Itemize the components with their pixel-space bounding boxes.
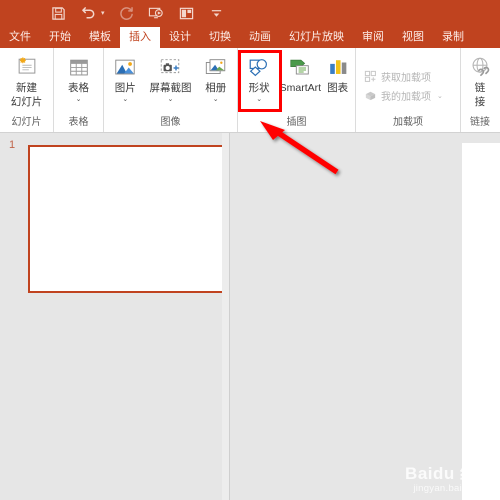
shapes-dropdown-caret[interactable]: ⌄ bbox=[256, 96, 262, 103]
tab-file[interactable]: 文件 bbox=[0, 27, 40, 48]
shapes-icon bbox=[247, 55, 271, 81]
my-addins-item[interactable]: 我的加载项 ⌄ bbox=[358, 84, 448, 103]
smartart-label: SmartArt bbox=[279, 82, 322, 94]
tab-design[interactable]: 设计 bbox=[160, 27, 200, 48]
slide-thumbnail-pane[interactable]: 1 bbox=[0, 133, 229, 500]
ribbon-group-images: 图片 ⌄ 屏幕截图 ⌄ 相册 ⌄ 图像 bbox=[104, 48, 238, 132]
link-button[interactable]: 链 接 bbox=[463, 51, 497, 108]
slide-canvas[interactable] bbox=[462, 143, 500, 500]
picture-dropdown-caret[interactable]: ⌄ bbox=[122, 96, 128, 103]
table-button[interactable]: 表格 ⌄ bbox=[56, 51, 101, 103]
undo-dropdown-caret[interactable]: ▾ bbox=[101, 9, 105, 17]
link-label-1: 链 bbox=[474, 82, 486, 94]
get-addins-icon bbox=[363, 70, 377, 84]
tab-insert[interactable]: 插入 bbox=[120, 27, 160, 48]
smartart-button[interactable]: SmartArt bbox=[278, 51, 322, 95]
ribbon-group-addins: 获取加载项 我的加载项 ⌄ 加载项 bbox=[356, 48, 461, 132]
photo-album-icon bbox=[204, 55, 228, 81]
table-dropdown-caret[interactable]: ⌄ bbox=[76, 96, 82, 103]
photo-album-button[interactable]: 相册 ⌄ bbox=[196, 51, 235, 103]
powerpoint-window: ▾ 文件 开始 模板 插入 设计 切换 动画 幻灯片放映 审阅 视图 录制 新建… bbox=[0, 0, 500, 500]
tab-review[interactable]: 审阅 bbox=[353, 27, 393, 48]
tab-transitions[interactable]: 切换 bbox=[200, 27, 240, 48]
table-icon bbox=[67, 55, 91, 81]
ribbon-group-label-illustrations: 插图 bbox=[286, 117, 307, 128]
chart-label: 图表 bbox=[327, 82, 349, 94]
tab-template[interactable]: 模板 bbox=[80, 27, 120, 48]
ribbon: 新建 幻灯片 幻灯片 表格 ⌄ 表格 图片 ⌄ 屏幕截图 ⌄ 相册 ⌄ 图像 形… bbox=[0, 48, 500, 133]
new-slide-icon bbox=[15, 55, 39, 81]
get-addins-item[interactable]: 获取加载项 bbox=[358, 65, 436, 84]
tab-view[interactable]: 视图 bbox=[393, 27, 433, 48]
screenshot-button[interactable]: 屏幕截图 ⌄ bbox=[145, 51, 197, 103]
redo-icon[interactable] bbox=[118, 5, 135, 22]
link-label-2: 接 bbox=[474, 95, 486, 108]
customize-qat-icon[interactable] bbox=[208, 5, 225, 22]
tab-record[interactable]: 录制 bbox=[433, 27, 473, 48]
thumbnail-scrollbar[interactable] bbox=[222, 133, 229, 500]
chart-icon bbox=[327, 55, 349, 81]
ribbon-group-slides: 新建 幻灯片 幻灯片 bbox=[0, 48, 54, 132]
chart-button[interactable]: 图表 bbox=[322, 51, 353, 95]
new-slide-label-1: 新建 bbox=[16, 82, 37, 94]
ribbon-group-label-addins: 加载项 bbox=[393, 117, 423, 128]
ribbon-group-links: 链 接 链接 bbox=[461, 48, 499, 132]
picture-button[interactable]: 图片 ⌄ bbox=[106, 51, 145, 103]
ribbon-tab-bar: 文件 开始 模板 插入 设计 切换 动画 幻灯片放映 审阅 视图 录制 bbox=[0, 26, 500, 48]
screenshot-icon bbox=[158, 55, 182, 81]
ribbon-group-illustrations: 形状 ⌄ SmartArt 图表 插图 bbox=[238, 48, 356, 132]
photo-album-dropdown-caret[interactable]: ⌄ bbox=[213, 96, 219, 103]
my-addins-dropdown-caret[interactable]: ⌄ bbox=[437, 92, 443, 100]
workspace: 1 Baidu 经验 jingyan.baidu.com bbox=[0, 133, 500, 500]
shapes-label: 形状 bbox=[248, 82, 270, 94]
new-slide-button[interactable]: 新建 幻灯片 bbox=[2, 51, 51, 108]
start-slideshow-icon[interactable] bbox=[148, 5, 165, 22]
tab-home[interactable]: 开始 bbox=[40, 27, 80, 48]
picture-label: 图片 bbox=[114, 82, 136, 94]
tab-animations[interactable]: 动画 bbox=[240, 27, 280, 48]
get-addins-label: 获取加载项 bbox=[381, 73, 431, 84]
save-icon[interactable] bbox=[50, 5, 67, 22]
my-addins-icon bbox=[363, 89, 377, 103]
my-addins-label: 我的加载项 bbox=[381, 92, 431, 103]
tab-slideshow[interactable]: 幻灯片放映 bbox=[280, 27, 353, 48]
ribbon-group-label-links: 链接 bbox=[470, 117, 490, 128]
shapes-button[interactable]: 形状 ⌄ bbox=[240, 51, 278, 103]
layout-icon[interactable] bbox=[178, 5, 195, 22]
picture-icon bbox=[113, 55, 137, 81]
photo-album-label: 相册 bbox=[205, 82, 227, 94]
smartart-icon bbox=[288, 55, 312, 81]
undo-icon[interactable] bbox=[80, 5, 97, 22]
ribbon-group-tables: 表格 ⌄ 表格 bbox=[54, 48, 104, 132]
screenshot-dropdown-caret[interactable]: ⌄ bbox=[168, 96, 174, 103]
quick-access-toolbar: ▾ bbox=[0, 0, 500, 26]
title-bar: ▾ bbox=[0, 0, 500, 26]
new-slide-label-2: 幻灯片 bbox=[10, 95, 43, 108]
table-label: 表格 bbox=[68, 82, 89, 94]
screenshot-label: 屏幕截图 bbox=[149, 82, 192, 94]
ribbon-group-label-images: 图像 bbox=[160, 117, 181, 128]
ribbon-group-label-tables: 表格 bbox=[68, 117, 89, 128]
ribbon-group-label-slides: 幻灯片 bbox=[11, 117, 42, 128]
slide-thumbnail-1[interactable] bbox=[28, 145, 225, 293]
slide-number: 1 bbox=[9, 139, 16, 151]
slide-editor-area[interactable] bbox=[230, 133, 500, 500]
link-icon bbox=[468, 55, 492, 81]
